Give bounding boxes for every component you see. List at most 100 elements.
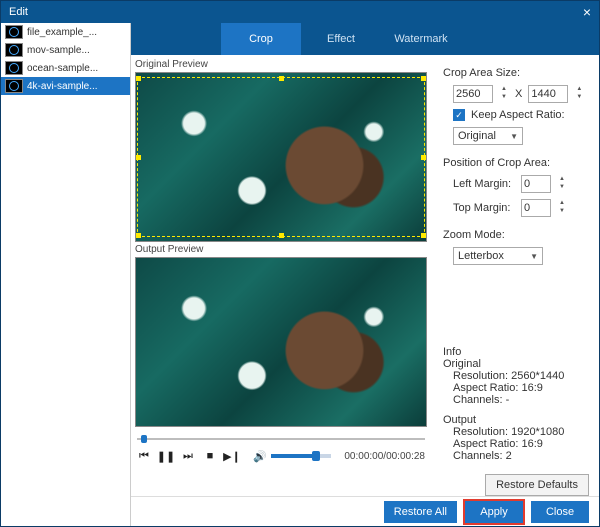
tabs: Crop Effect Watermark <box>131 23 599 55</box>
file-thumb-icon <box>5 43 23 57</box>
volume-knob[interactable] <box>312 451 320 461</box>
file-name: 4k-avi-sample... <box>27 81 126 92</box>
info-original-aspect: Aspect Ratio: 16:9 <box>453 382 589 394</box>
top-margin-row: Top Margin: 0 ▲▼ <box>453 199 589 217</box>
footer: Restore All Apply Close <box>131 496 599 526</box>
close-icon[interactable]: × <box>583 5 591 19</box>
info-title: Info <box>443 346 589 358</box>
seek-thumb[interactable] <box>141 435 147 443</box>
next-frame-icon[interactable]: ⏭ <box>181 449 195 463</box>
info-original-title: Original <box>443 358 589 370</box>
button-label: Apply <box>480 506 508 518</box>
x-separator: X <box>515 88 522 100</box>
tab-watermark[interactable]: Watermark <box>381 23 461 55</box>
preview-image <box>136 258 426 426</box>
spin-down-icon[interactable]: ▼ <box>557 208 567 216</box>
file-name: file_example_... <box>27 27 126 38</box>
crop-handle-tm[interactable] <box>279 76 284 81</box>
value: 0 <box>524 178 530 190</box>
stop-icon[interactable]: ■ <box>203 449 217 463</box>
crop-handle-bm[interactable] <box>279 233 284 238</box>
crop-handle-ml[interactable] <box>136 155 141 160</box>
volume-control: 🔊 <box>253 449 331 463</box>
file-item-selected[interactable]: 4k-avi-sample... <box>1 77 130 95</box>
zoom-mode-select[interactable]: Letterbox ▼ <box>453 247 543 265</box>
prev-frame-icon[interactable]: ⏮ <box>137 449 151 463</box>
file-item[interactable]: file_example_... <box>1 23 130 41</box>
button-label: Restore Defaults <box>496 479 578 491</box>
crop-height-input[interactable]: 1440 <box>528 85 568 103</box>
keep-ar-row: ✓ Keep Aspect Ratio: <box>453 109 589 121</box>
crop-pos-label: Position of Crop Area: <box>443 157 589 169</box>
tab-effect[interactable]: Effect <box>301 23 381 55</box>
volume-icon[interactable]: 🔊 <box>253 449 267 463</box>
restore-all-button[interactable]: Restore All <box>384 501 457 523</box>
crop-handle-br[interactable] <box>421 233 426 238</box>
body: file_example_... mov-sample... ocean-sam… <box>1 23 599 526</box>
info-original-channels: Channels: - <box>453 394 589 406</box>
spin-up-icon[interactable]: ▲ <box>557 176 567 184</box>
file-item[interactable]: mov-sample... <box>1 41 130 59</box>
file-name: mov-sample... <box>27 45 126 56</box>
aspect-ratio-select[interactable]: Original ▼ <box>453 127 523 145</box>
info-original-resolution: Resolution: 2560*1440 <box>453 370 589 382</box>
keep-ar-checkbox[interactable]: ✓ <box>453 109 465 121</box>
file-name: ocean-sample... <box>27 63 126 74</box>
crop-handle-mr[interactable] <box>421 155 426 160</box>
file-list: file_example_... mov-sample... ocean-sam… <box>1 23 131 526</box>
value: 1440 <box>531 88 555 100</box>
crop-width-spinner[interactable]: ▲▼ <box>499 86 509 102</box>
button-label: Close <box>546 506 574 518</box>
volume-fill <box>271 454 313 458</box>
left-margin-spinner[interactable]: ▲▼ <box>557 176 567 192</box>
left-margin-row: Left Margin: 0 ▲▼ <box>453 175 589 193</box>
info-output-resolution: Resolution: 1920*1080 <box>453 426 589 438</box>
titlebar: Edit × <box>1 1 599 23</box>
tab-label: Crop <box>249 33 273 45</box>
output-preview-label: Output Preview <box>135 242 427 257</box>
select-value: Original <box>458 130 496 142</box>
close-button[interactable]: Close <box>531 501 589 523</box>
spin-down-icon[interactable]: ▼ <box>499 94 509 102</box>
pause-icon[interactable]: ❚❚ <box>159 449 173 463</box>
original-preview[interactable] <box>135 72 427 242</box>
restore-defaults-button[interactable]: Restore Defaults <box>485 474 589 496</box>
apply-button[interactable]: Apply <box>465 501 523 523</box>
info-block: Info Original Resolution: 2560*1440 Aspe… <box>443 346 589 462</box>
volume-slider[interactable] <box>271 454 331 458</box>
play-icon[interactable]: ▶❙ <box>225 449 239 463</box>
tab-label: Watermark <box>394 33 447 45</box>
value: 2560 <box>456 88 480 100</box>
left-margin-input[interactable]: 0 <box>521 175 551 193</box>
spin-down-icon[interactable]: ▼ <box>557 184 567 192</box>
info-output-aspect: Aspect Ratio: 16:9 <box>453 438 589 450</box>
spin-up-icon[interactable]: ▲ <box>557 200 567 208</box>
timecode: 00:00:00/00:00:28 <box>344 451 425 462</box>
info-output-title: Output <box>443 414 589 426</box>
spin-up-icon[interactable]: ▲ <box>499 86 509 94</box>
tab-crop[interactable]: Crop <box>221 23 301 55</box>
top-margin-spinner[interactable]: ▲▼ <box>557 200 567 216</box>
left-margin-label: Left Margin: <box>453 178 515 190</box>
chevron-down-icon: ▼ <box>530 252 538 261</box>
right-column: Crop Effect Watermark Original Preview <box>131 23 599 526</box>
crop-height-spinner[interactable]: ▲▼ <box>574 86 584 102</box>
crop-handle-bl[interactable] <box>136 233 141 238</box>
keep-ar-label: Keep Aspect Ratio: <box>471 109 565 121</box>
crop-handle-tl[interactable] <box>136 76 141 81</box>
main-area: Original Preview <box>131 55 599 496</box>
crop-width-input[interactable]: 2560 <box>453 85 493 103</box>
transport: ⏮ ❚❚ ⏭ ■ ▶❙ 🔊 <box>135 427 427 465</box>
spin-up-icon[interactable]: ▲ <box>574 86 584 94</box>
crop-handle-tr[interactable] <box>421 76 426 81</box>
original-preview-label: Original Preview <box>135 57 427 72</box>
file-item[interactable]: ocean-sample... <box>1 59 130 77</box>
crop-size-label: Crop Area Size: <box>443 67 589 79</box>
zoom-mode-label: Zoom Mode: <box>443 229 589 241</box>
top-margin-input[interactable]: 0 <box>521 199 551 217</box>
edit-window: Edit × file_example_... mov-sample... oc… <box>0 0 600 527</box>
crop-rectangle[interactable] <box>137 77 425 237</box>
spin-down-icon[interactable]: ▼ <box>574 94 584 102</box>
ar-select-row: Original ▼ <box>453 127 589 145</box>
seek-bar[interactable] <box>137 435 425 443</box>
